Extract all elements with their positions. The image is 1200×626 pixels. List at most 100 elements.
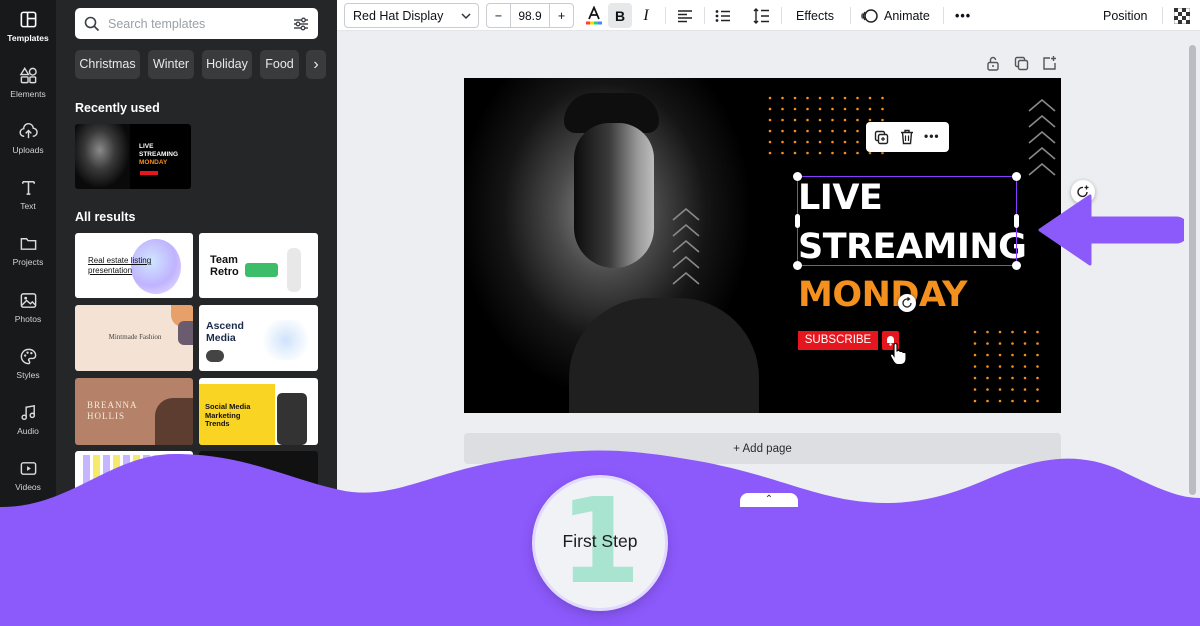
orange-dot bbox=[806, 151, 809, 155]
chip-holiday[interactable]: Holiday bbox=[202, 50, 252, 79]
templates-icon bbox=[20, 11, 36, 28]
decrease-font-size-button[interactable]: − bbox=[487, 4, 511, 27]
resize-handle[interactable] bbox=[1012, 261, 1021, 270]
template-breanna[interactable]: BREANNA HOLLIS bbox=[75, 378, 193, 445]
search-box[interactable] bbox=[75, 8, 318, 39]
uploads-icon bbox=[18, 122, 38, 139]
lock-icon[interactable] bbox=[986, 56, 1000, 71]
bold-button[interactable]: B bbox=[608, 3, 632, 28]
orange-dot bbox=[793, 140, 797, 144]
text-color-button[interactable] bbox=[583, 0, 605, 31]
add-page-icon[interactable] bbox=[1042, 55, 1057, 71]
template-mintmade[interactable]: Mintmade Fashion bbox=[75, 305, 193, 371]
portrait-photo[interactable] bbox=[464, 78, 764, 413]
rail-item-videos[interactable]: Videos bbox=[0, 455, 56, 505]
vertical-scrollbar[interactable] bbox=[1189, 45, 1196, 495]
orange-dot bbox=[856, 107, 859, 111]
step-badge: 1 First Step bbox=[535, 478, 665, 608]
toolbar-divider bbox=[943, 7, 944, 24]
orange-dot bbox=[768, 118, 772, 122]
chip-christmas[interactable]: Christmas bbox=[75, 50, 140, 79]
resize-handle[interactable] bbox=[793, 261, 802, 270]
orange-dot bbox=[1011, 388, 1014, 391]
chips-next-button[interactable]: › bbox=[306, 50, 326, 79]
rail-label: Styles bbox=[16, 370, 40, 380]
expand-notes-button[interactable]: ⌃ bbox=[740, 493, 798, 507]
template-ascend[interactable]: Ascend Media bbox=[199, 305, 318, 371]
selection-box[interactable] bbox=[793, 172, 1021, 270]
bullet-list-icon bbox=[715, 9, 730, 22]
resize-handle[interactable] bbox=[795, 214, 800, 228]
font-size-input[interactable]: 98.9 bbox=[511, 4, 549, 27]
font-family-select[interactable]: Red Hat Display bbox=[344, 3, 479, 28]
thumbnail-line: LIVE bbox=[139, 143, 154, 150]
animate-button[interactable]: Animate bbox=[861, 0, 930, 31]
rail-item-projects[interactable]: Projects bbox=[0, 230, 56, 280]
chip-winter[interactable]: Winter bbox=[148, 50, 194, 79]
spacing-button[interactable] bbox=[751, 0, 771, 31]
rail-item-photos[interactable]: Photos bbox=[0, 287, 56, 337]
effects-button[interactable]: Effects bbox=[796, 0, 834, 31]
rotate-handle[interactable] bbox=[898, 294, 916, 312]
resize-handle[interactable] bbox=[793, 172, 802, 181]
orange-dot bbox=[856, 129, 859, 133]
align-button[interactable] bbox=[675, 0, 695, 31]
orange-dot bbox=[768, 151, 772, 155]
orange-dot bbox=[768, 96, 772, 100]
list-button[interactable] bbox=[713, 0, 733, 31]
rail-item-styles[interactable]: Styles bbox=[0, 343, 56, 393]
increase-font-size-button[interactable]: + bbox=[549, 4, 573, 27]
orange-dot bbox=[998, 330, 1002, 334]
duplicate-icon[interactable] bbox=[874, 130, 889, 145]
search-input[interactable] bbox=[108, 16, 293, 31]
orange-dot bbox=[818, 107, 822, 111]
chevron-up-stack-icon bbox=[672, 208, 700, 285]
resize-handle[interactable] bbox=[1012, 172, 1021, 181]
template-laura[interactable]: LAURA bbox=[75, 451, 193, 511]
more-options-icon[interactable]: ••• bbox=[924, 129, 940, 143]
orange-dot bbox=[781, 151, 784, 155]
template-social-media[interactable]: Social Media Marketing Trends bbox=[199, 378, 318, 445]
recent-template-thumbnail[interactable]: LIVE STREAMING MONDAY bbox=[75, 124, 191, 189]
template-team-retro[interactable]: Team Retro bbox=[199, 233, 318, 298]
template-play bbox=[206, 350, 224, 362]
template-real-estate[interactable]: Real estate listing presentation bbox=[75, 233, 193, 298]
orange-dot bbox=[973, 353, 977, 357]
rail-item-templates[interactable]: Templates bbox=[0, 6, 56, 56]
italic-button[interactable]: I bbox=[636, 0, 656, 31]
orange-dot bbox=[831, 151, 834, 155]
transparency-button[interactable] bbox=[1173, 0, 1191, 31]
orange-dot bbox=[843, 107, 847, 111]
styles-icon bbox=[20, 348, 36, 365]
position-button[interactable]: Position bbox=[1103, 0, 1147, 31]
orange-dot bbox=[986, 388, 989, 391]
chevron-right-icon: › bbox=[313, 56, 319, 73]
orange-dot bbox=[998, 342, 1002, 345]
orange-dot bbox=[868, 96, 872, 100]
orange-dot bbox=[793, 129, 797, 133]
monday-text[interactable]: MONDAY bbox=[798, 271, 968, 320]
rail-item-text[interactable]: Text bbox=[0, 174, 56, 224]
left-rail: Templates Elements Uploads Text Projects… bbox=[0, 0, 56, 626]
chip-food[interactable]: Food bbox=[260, 50, 299, 79]
template-dark[interactable] bbox=[199, 451, 318, 511]
rail-item-elements[interactable]: Elements bbox=[0, 62, 56, 112]
orange-dot bbox=[781, 107, 784, 111]
add-page-button[interactable]: + Add page bbox=[464, 433, 1061, 464]
template-title: Ascend Media bbox=[206, 320, 244, 344]
more-options-button[interactable]: ••• bbox=[955, 0, 971, 31]
filter-icon[interactable] bbox=[293, 16, 309, 32]
rail-item-uploads[interactable]: Uploads bbox=[0, 118, 56, 168]
rail-item-audio[interactable]: Audio bbox=[0, 399, 56, 449]
duplicate-page-icon[interactable] bbox=[1014, 56, 1029, 71]
orange-dot bbox=[843, 151, 847, 155]
subscribe-badge[interactable]: SUBSCRIBE bbox=[798, 331, 878, 350]
orange-dot bbox=[1011, 399, 1014, 403]
chevron-down-icon bbox=[461, 13, 471, 20]
resize-handle[interactable] bbox=[1014, 214, 1019, 228]
orange-dot bbox=[856, 151, 859, 155]
orange-dot bbox=[998, 399, 1002, 403]
photos-icon bbox=[20, 293, 36, 308]
orange-dot bbox=[843, 129, 847, 133]
trash-icon[interactable] bbox=[900, 129, 914, 145]
